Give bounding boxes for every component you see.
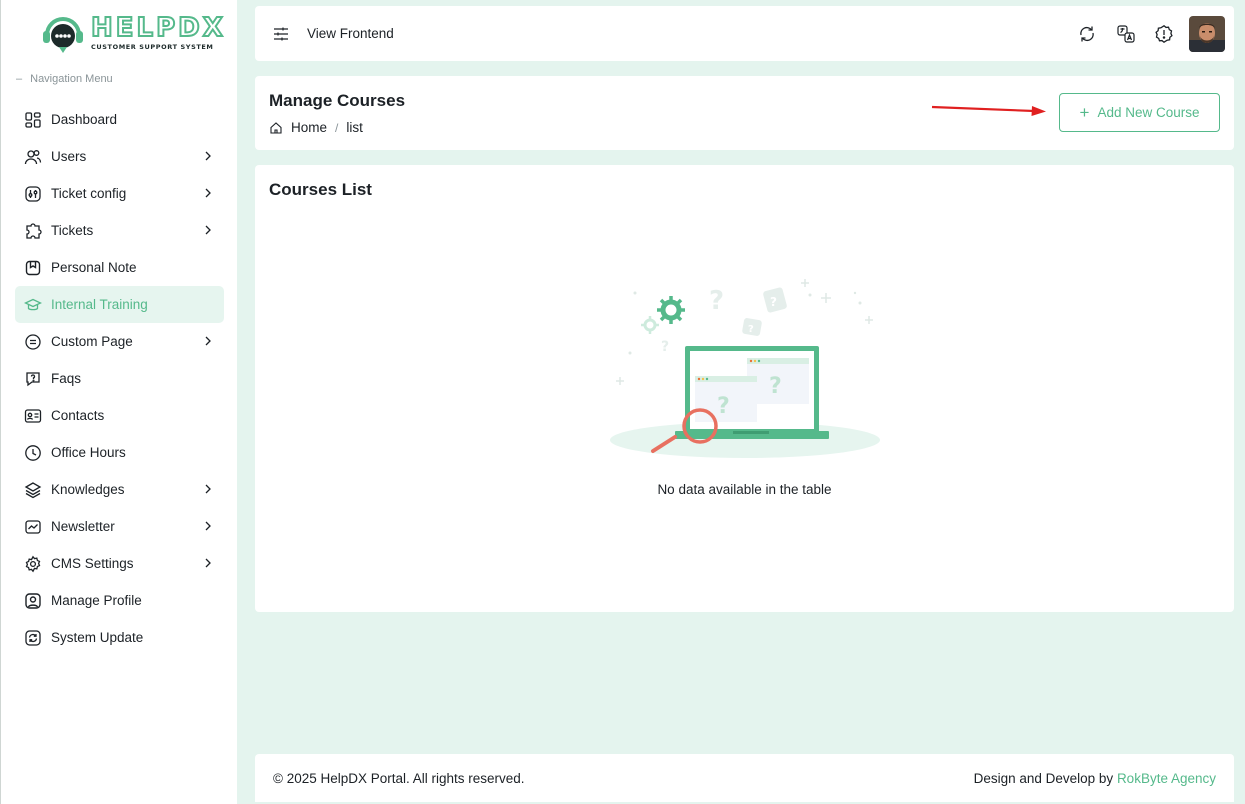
sidebar-item-faqs[interactable]: Faqs: [15, 360, 224, 397]
top-bar: View Frontend: [255, 6, 1234, 61]
sidebar-item-dashboard[interactable]: Dashboard: [15, 101, 224, 138]
home-icon: [270, 121, 282, 134]
sidebar-item-label: Knowledges: [51, 482, 125, 497]
credit-prefix: Design and Develop by: [973, 771, 1117, 786]
sidebar-item-label: Newsletter: [51, 519, 115, 534]
sidebar-item-internal-training[interactable]: Internal Training: [15, 286, 224, 323]
plus-icon: +: [1079, 103, 1090, 122]
chevron-right-icon: [205, 151, 211, 161]
sidebar-item-label: Personal Note: [51, 260, 137, 275]
sidebar-item-label: Ticket config: [51, 186, 127, 201]
contacts-icon: [24, 407, 42, 425]
sliders-icon[interactable]: [272, 25, 290, 43]
svg-text:?: ?: [709, 286, 724, 316]
page-icon: [24, 333, 42, 351]
sidebar-item-label: CMS Settings: [51, 556, 134, 571]
brand-tagline: CUSTOMER SUPPORT SYSTEM: [91, 43, 214, 51]
sidebar-item-users[interactable]: Users: [15, 138, 224, 175]
sidebar-item-label: System Update: [51, 630, 144, 645]
newsletter-icon: [24, 518, 42, 536]
chevron-right-icon: [205, 558, 211, 568]
sidebar-item-ticket-config[interactable]: Ticket config: [15, 175, 224, 212]
brand-logo[interactable]: HELPDX CUSTOMER SUPPORT SYSTEM: [39, 8, 224, 58]
collapse-dash-icon[interactable]: –: [16, 73, 22, 85]
svg-text:?: ?: [748, 324, 754, 335]
nav-menu: Dashboard Users Ticket config Tickets Pe…: [15, 101, 224, 656]
sidebar-item-label: Users: [51, 149, 87, 164]
user-avatar[interactable]: [1189, 16, 1225, 52]
users-icon: [24, 148, 42, 166]
empty-state-message: No data available in the table: [657, 482, 832, 497]
chevron-right-icon: [205, 484, 211, 494]
sidebar-item-label: Contacts: [51, 408, 105, 423]
alert-icon[interactable]: [1154, 24, 1174, 44]
annotation-arrow: [931, 105, 1046, 116]
add-new-course-label: Add New Course: [1097, 105, 1200, 120]
brand-name: HELPDX: [90, 13, 226, 43]
sidebar-item-label: Dashboard: [51, 112, 118, 127]
sync-icon[interactable]: [1077, 24, 1097, 44]
sidebar-item-manage-profile[interactable]: Manage Profile: [15, 582, 224, 619]
copyright-text: © 2025 HelpDX Portal. All rights reserve…: [273, 771, 525, 786]
card-title: Courses List: [269, 180, 372, 199]
profile-icon: [24, 592, 42, 610]
sidebar-item-custom-page[interactable]: Custom Page: [15, 323, 224, 360]
sidebar-item-label: Tickets: [51, 223, 94, 238]
dashboard-icon: [24, 111, 42, 129]
svg-text:?: ?: [770, 295, 777, 309]
nav-heading: – Navigation Menu: [16, 73, 113, 85]
add-new-course-button[interactable]: + Add New Course: [1059, 93, 1220, 132]
translate-icon[interactable]: [1116, 24, 1136, 44]
sidebar-item-office-hours[interactable]: Office Hours: [15, 434, 224, 471]
sidebar-item-system-update[interactable]: System Update: [15, 619, 224, 656]
agency-link[interactable]: RokByte Agency: [1117, 771, 1216, 786]
empty-state-illustration: ? ? ? ? ? ?: [610, 279, 880, 458]
ticket-config-icon: [24, 185, 42, 203]
sidebar: HELPDX CUSTOMER SUPPORT SYSTEM – Navigat…: [0, 0, 237, 804]
sidebar-item-personal-note[interactable]: Personal Note: [15, 249, 224, 286]
svg-text:?: ?: [769, 374, 782, 399]
knowledge-icon: [24, 481, 42, 499]
nav-heading-label: Navigation Menu: [30, 73, 113, 85]
tickets-icon: [24, 222, 42, 240]
graduation-cap-icon: [24, 296, 42, 314]
note-icon: [24, 259, 42, 277]
svg-text:?: ?: [717, 394, 730, 419]
page-header: Manage Courses Home / list + Add New Cou…: [255, 76, 1234, 150]
chevron-right-icon: [205, 225, 211, 235]
sidebar-item-label: Office Hours: [51, 445, 126, 460]
chevron-right-icon: [205, 188, 211, 198]
sidebar-item-label: Internal Training: [51, 297, 148, 312]
sidebar-item-label: Faqs: [51, 371, 82, 386]
page-title: Manage Courses: [269, 91, 406, 110]
breadcrumb-separator: /: [335, 120, 339, 135]
chevron-right-icon: [205, 336, 211, 346]
breadcrumb: Home / list: [269, 120, 363, 135]
refresh-icon: [24, 629, 42, 647]
footer: © 2025 HelpDX Portal. All rights reserve…: [255, 754, 1234, 802]
chevron-right-icon: [205, 521, 211, 531]
sidebar-item-tickets[interactable]: Tickets: [15, 212, 224, 249]
faq-icon: [24, 370, 42, 388]
breadcrumb-current: list: [346, 120, 363, 135]
sidebar-item-label: Custom Page: [51, 334, 133, 349]
sidebar-item-contacts[interactable]: Contacts: [15, 397, 224, 434]
sidebar-item-cms-settings[interactable]: CMS Settings: [15, 545, 224, 582]
headset-logo-icon: [39, 9, 87, 57]
gear-icon: [24, 555, 42, 573]
sidebar-item-newsletter[interactable]: Newsletter: [15, 508, 224, 545]
view-frontend-link[interactable]: View Frontend: [307, 26, 394, 41]
svg-text:?: ?: [661, 339, 669, 355]
sidebar-item-knowledges[interactable]: Knowledges: [15, 471, 224, 508]
courses-list-card: Courses List ? ? ? ? ? ? No data availab…: [255, 165, 1234, 612]
sidebar-item-label: Manage Profile: [51, 593, 142, 608]
credit-text: Design and Develop by RokByte Agency: [974, 771, 1216, 786]
clock-icon: [24, 444, 42, 462]
breadcrumb-home[interactable]: Home: [291, 120, 327, 135]
